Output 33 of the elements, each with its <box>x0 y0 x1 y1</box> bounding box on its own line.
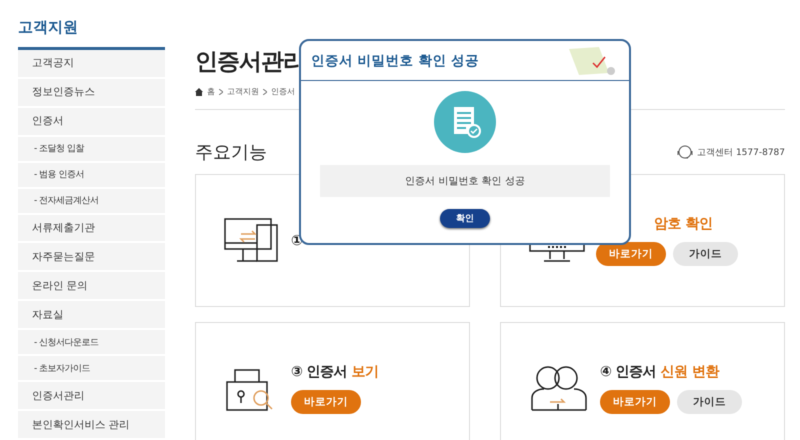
breadcrumb-link[interactable]: 인증서 <box>271 86 295 97</box>
sidebar-item[interactable]: - 초보자가이드 <box>18 356 165 382</box>
sidebar-item[interactable]: 온라인 문의 <box>18 272 165 302</box>
dialog-title: 인증서 비밀번호 확인 성공 <box>311 52 480 70</box>
document-check-icon <box>434 91 496 153</box>
sidebar-item[interactable]: - 범용 인증서 <box>18 162 165 189</box>
chevron-icon <box>219 88 223 94</box>
card-title: ④ 인증서 신원 변환 <box>600 363 719 381</box>
sidebar-item[interactable]: 인증서관리 <box>18 382 165 412</box>
sidebar-item[interactable]: - 신청서다운로드 <box>18 330 165 356</box>
sidebar-item[interactable]: 정보인증뉴스 <box>18 78 165 108</box>
sidebar-item[interactable]: 서류제출기관 <box>18 214 165 244</box>
card-title: 암호 확인 <box>654 215 712 233</box>
section-title: 주요기능 <box>195 141 267 164</box>
sidebar-item[interactable]: - 전자세금계산서 <box>18 188 165 215</box>
headset-icon <box>676 143 694 161</box>
sidebar-item[interactable]: 자료실 <box>18 301 165 330</box>
breadcrumb-link[interactable]: 홈 <box>207 86 215 97</box>
monitor-icon <box>223 216 281 264</box>
sidebar-item[interactable]: 고객공지 <box>18 50 165 79</box>
sidebar-item[interactable]: 인증서 <box>18 108 165 137</box>
breadcrumb-link[interactable]: 고객지원 <box>227 86 259 97</box>
dialog-message: 인증서 비밀번호 확인 성공 <box>320 165 610 197</box>
sidebar-item[interactable]: 자주묻는질문 <box>18 243 165 272</box>
card-title: ③ 인증서 보기 <box>291 363 379 381</box>
chevron-icon <box>263 88 267 94</box>
home-icon <box>195 88 203 96</box>
sidebar-item[interactable]: 본인확인서비스 관리 <box>18 411 165 440</box>
guide-button[interactable]: 가이드 <box>677 390 742 414</box>
guide-button[interactable]: 가이드 <box>673 242 738 266</box>
confirm-button[interactable]: 확인 <box>440 209 490 228</box>
sidebar-item[interactable]: - 조달청 입찰 <box>18 136 165 163</box>
customer-center-text: 고객센터 1577-8787 <box>697 146 785 158</box>
